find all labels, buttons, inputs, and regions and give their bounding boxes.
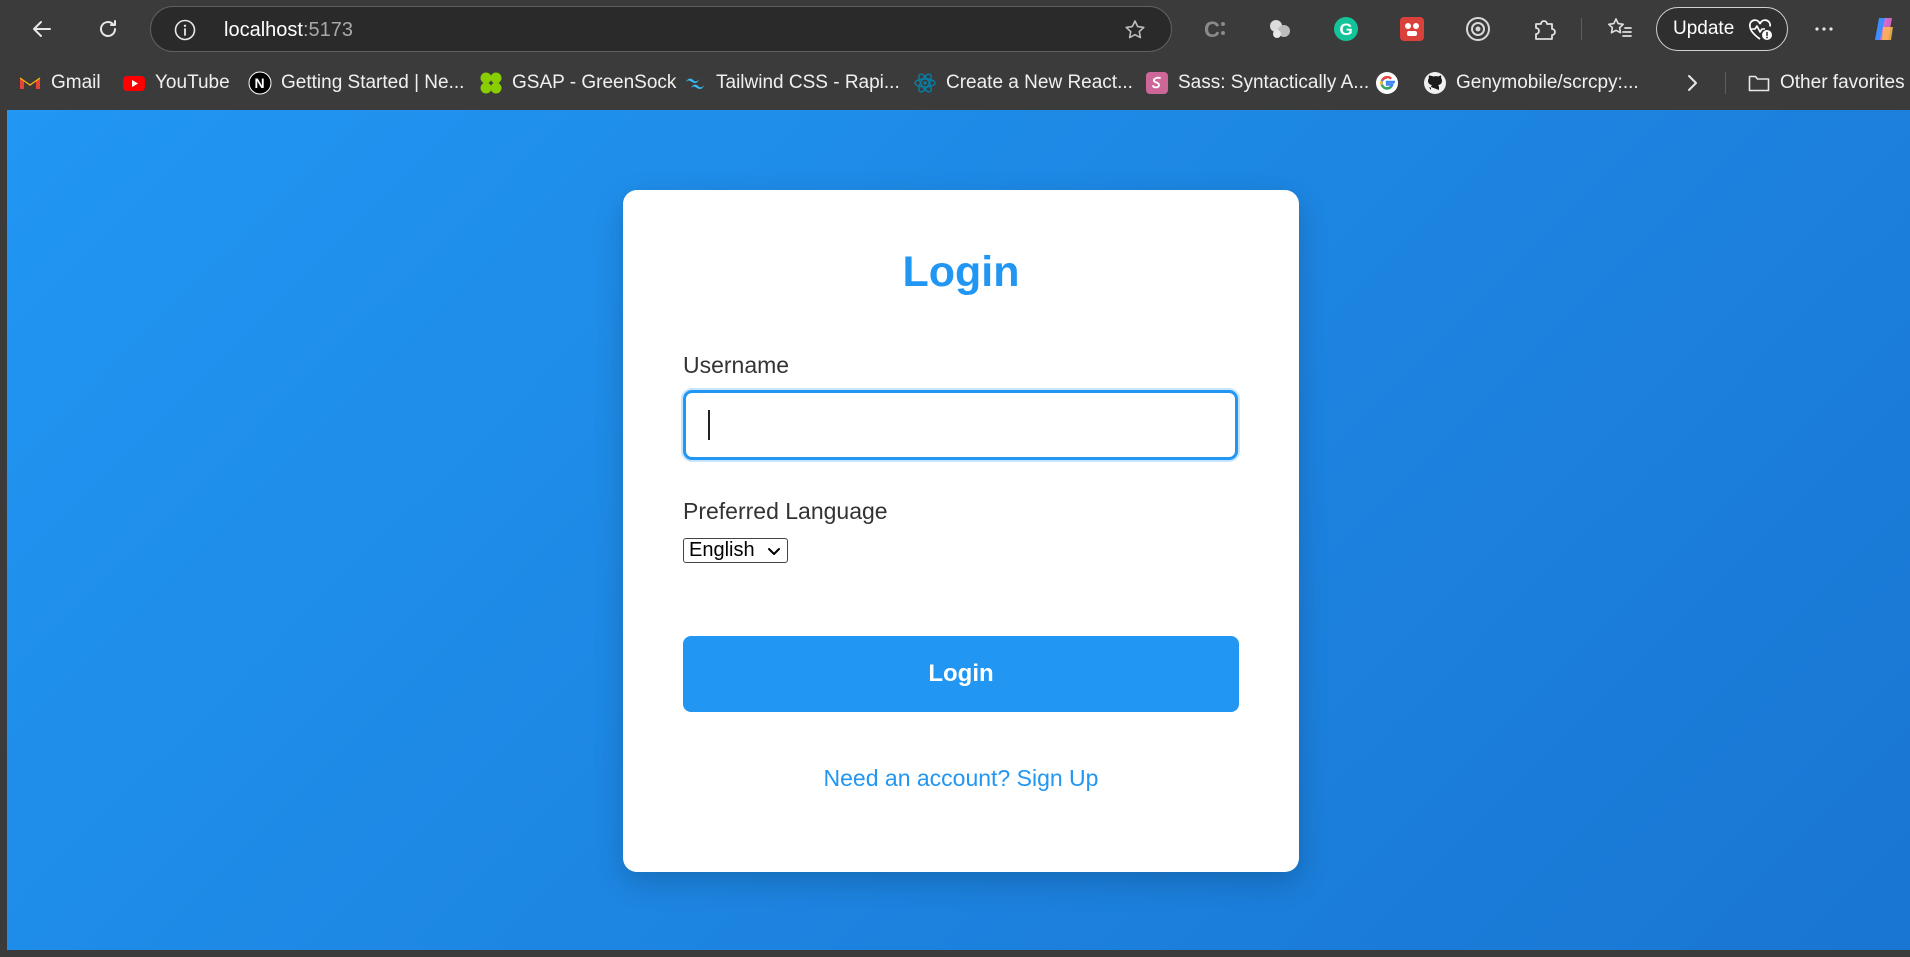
- more-menu-button[interactable]: [1806, 11, 1842, 47]
- bookmark-github[interactable]: Genymobile/scrcpy:...: [1423, 69, 1639, 97]
- extension-grammarly-icon[interactable]: G: [1332, 15, 1360, 43]
- bookmark-gmail[interactable]: Gmail: [18, 69, 101, 97]
- bookmark-tailwind[interactable]: Tailwind CSS - Rapi...: [683, 69, 900, 97]
- language-label: Preferred Language: [683, 498, 888, 524]
- folder-icon: [1747, 71, 1771, 95]
- extension-bubbles-icon[interactable]: [1266, 15, 1294, 43]
- more-dots-icon: [1815, 27, 1833, 31]
- bookmark-gsap[interactable]: GSAP - GreenSock: [479, 69, 676, 97]
- chevron-right-icon: [1680, 71, 1704, 95]
- bookmark-youtube[interactable]: YouTube: [122, 69, 230, 97]
- gsap-icon: [479, 71, 503, 95]
- svg-text:G: G: [1340, 20, 1353, 39]
- address-bar[interactable]: localhost:5173: [150, 6, 1172, 52]
- bookmarks-overflow-button[interactable]: [1680, 69, 1704, 97]
- login-card: Login Username Preferred Language Englis…: [623, 190, 1299, 872]
- update-button[interactable]: Update: [1656, 7, 1788, 51]
- bookmark-nextjs[interactable]: N Getting Started | Ne...: [248, 69, 464, 97]
- sass-icon: [1145, 71, 1169, 95]
- language-select[interactable]: English: [683, 538, 788, 563]
- login-title: Login: [902, 248, 1020, 296]
- copilot-icon[interactable]: [1870, 15, 1898, 43]
- bookmark-react[interactable]: Create a New React...: [913, 69, 1133, 97]
- language-selected-value: English: [689, 539, 755, 561]
- svg-text:N: N: [255, 75, 265, 91]
- favorite-star-icon[interactable]: [1123, 18, 1147, 42]
- svg-text:C: C: [1204, 17, 1220, 42]
- bookmarks-divider: [1725, 72, 1726, 94]
- bookmark-google[interactable]: [1375, 69, 1408, 97]
- text-caret: [708, 410, 710, 440]
- react-icon: [913, 71, 937, 95]
- other-favorites-folder[interactable]: Other favorites: [1747, 69, 1905, 97]
- page-viewport: Login Username Preferred Language Englis…: [7, 110, 1910, 950]
- github-icon: [1423, 71, 1447, 95]
- browser-chrome: localhost:5173 C G Update Gmail YouTube …: [0, 0, 1910, 110]
- chevron-down-icon: [768, 548, 780, 555]
- back-arrow-icon: [33, 21, 51, 37]
- extension-css-icon[interactable]: C: [1202, 15, 1230, 43]
- address-url[interactable]: localhost:5173: [224, 18, 353, 42]
- nextjs-icon: N: [248, 71, 272, 95]
- extension-target-icon[interactable]: [1464, 15, 1492, 43]
- window-bottom-edge: [0, 950, 1910, 957]
- reload-button[interactable]: [90, 11, 126, 47]
- site-info-icon[interactable]: [173, 18, 197, 42]
- favorites-list-icon[interactable]: [1606, 15, 1634, 43]
- tailwind-icon: [683, 71, 707, 95]
- reload-icon: [100, 20, 116, 37]
- extension-red-icon[interactable]: [1398, 15, 1426, 43]
- gmail-icon: [18, 71, 42, 95]
- username-input[interactable]: [683, 390, 1238, 460]
- health-pulse-icon: [1749, 19, 1772, 40]
- toolbar-divider: [1581, 18, 1582, 40]
- username-label: Username: [683, 352, 790, 378]
- login-button[interactable]: Login: [683, 636, 1239, 712]
- extensions-puzzle-icon[interactable]: [1530, 15, 1558, 43]
- bookmark-sass[interactable]: Sass: Syntactically A...: [1145, 69, 1369, 97]
- signup-link[interactable]: Need an account? Sign Up: [623, 765, 1299, 792]
- bookmarks-bar: Gmail YouTube N Getting Started | Ne... …: [0, 64, 1910, 102]
- update-label: Update: [1673, 18, 1735, 39]
- browser-toolbar: localhost:5173 C G Update: [0, 0, 1910, 58]
- back-button[interactable]: [24, 11, 60, 47]
- youtube-icon: [122, 71, 146, 95]
- google-icon: [1375, 71, 1399, 95]
